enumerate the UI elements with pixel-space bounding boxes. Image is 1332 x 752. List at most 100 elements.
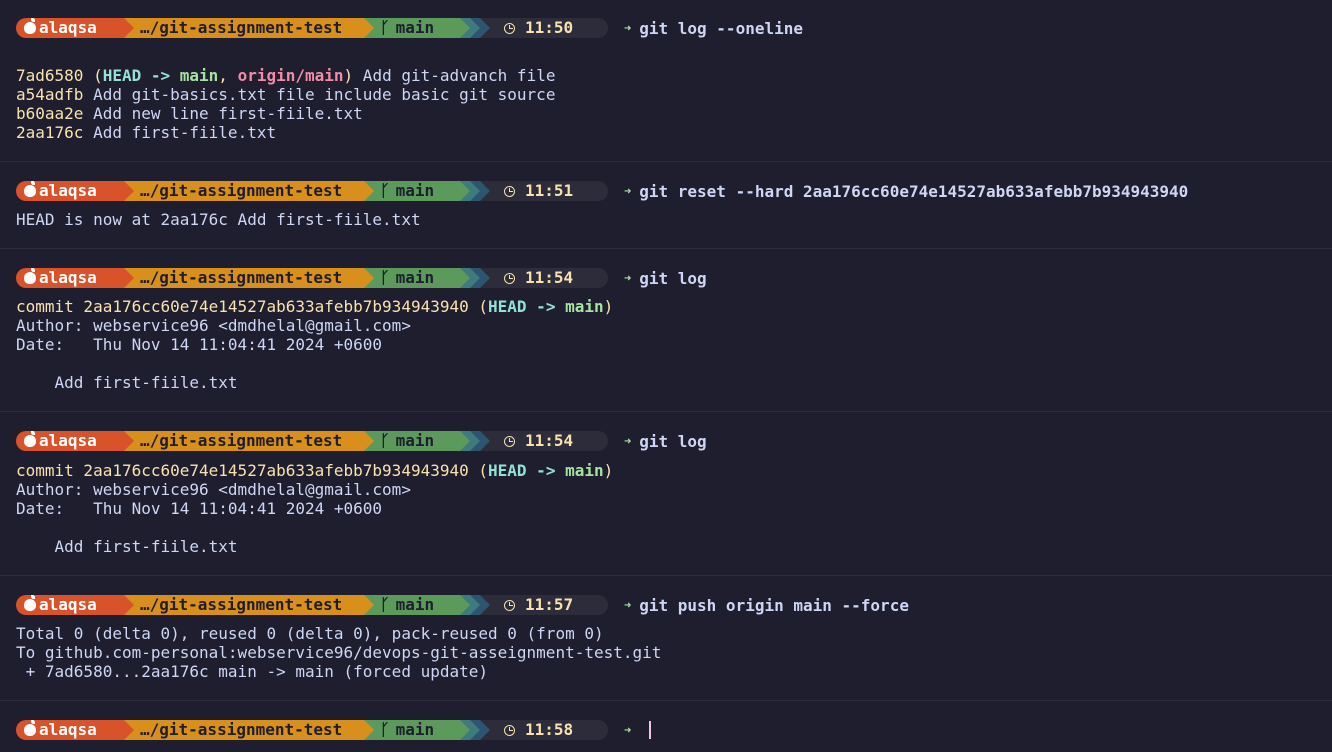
log-line: 7ad6580 (HEAD -> main, origin/main) Add … [16, 66, 556, 85]
prompt-line: alaqsa …/git-assignment-test ᚴ main 11:5… [16, 181, 1188, 201]
prompt-time-segment: 11:50 [490, 18, 608, 38]
prompt-branch: main [395, 595, 435, 614]
prompt-time: 11:57 [525, 595, 574, 614]
prompt-user: alaqsa [39, 268, 97, 287]
segment-separator [460, 181, 470, 201]
apple-icon [24, 431, 36, 447]
prompt-path: …/git-assignment-test [140, 720, 343, 739]
log-line: 2aa176c Add first-fiile.txt [16, 123, 277, 142]
prompt-line-current[interactable]: alaqsa …/git-assignment-test ᚴ main 11:5… [16, 720, 652, 740]
prompt-branch: main [395, 268, 435, 287]
prompt-time: 11:58 [525, 720, 574, 739]
apple-icon [24, 595, 36, 611]
segment-separator [460, 595, 470, 615]
prompt-path-segment: …/git-assignment-test [134, 181, 364, 201]
segment-separator [470, 431, 480, 451]
segment-separator [480, 595, 490, 615]
command-text: git log [639, 268, 707, 288]
prompt-path-segment: …/git-assignment-test [134, 431, 364, 451]
prompt-time: 11:50 [525, 18, 574, 37]
prompt-user: alaqsa [39, 181, 97, 200]
terminal-window[interactable]: alaqsa …/git-assignment-test ᚴ main 11:5… [0, 0, 1332, 752]
prompt-path-segment: …/git-assignment-test [134, 720, 364, 740]
arrow-right-icon: ➜ [624, 21, 632, 35]
prompt-user-segment: alaqsa [16, 181, 124, 201]
segment-separator [364, 18, 374, 38]
segment-separator [364, 595, 374, 615]
command-text: git push origin main --force [639, 595, 909, 615]
segment-separator [460, 18, 470, 38]
segment-separator [364, 431, 374, 451]
prompt-user: alaqsa [39, 431, 97, 450]
command-text: git log --oneline [639, 18, 803, 38]
prompt-branch-segment: ᚴ main [374, 720, 460, 740]
git-branch-icon: ᚴ [380, 268, 390, 287]
git-branch-icon: ᚴ [380, 720, 390, 739]
segment-separator [470, 595, 480, 615]
block-separator [0, 248, 1332, 249]
prompt-user-segment: alaqsa [16, 268, 124, 288]
segment-separator [470, 720, 480, 740]
clock-icon [504, 435, 515, 447]
git-branch-icon: ᚴ [380, 181, 390, 200]
output-line: Total 0 (delta 0), reused 0 (delta 0), p… [16, 624, 604, 643]
segment-separator [480, 431, 490, 451]
segment-separator [124, 181, 134, 201]
log-line: b60aa2e Add new line first-fiile.txt [16, 104, 363, 123]
date-line: Date: Thu Nov 14 11:04:41 2024 +0600 [16, 499, 383, 518]
segment-separator [364, 268, 374, 288]
commit-line: commit 2aa176cc60e74e14527ab633afebb7b93… [16, 297, 614, 316]
command-text: git reset --hard 2aa176cc60e74e14527ab63… [639, 181, 1189, 201]
prompt-time-segment: 11:57 [490, 595, 608, 615]
prompt-path-segment: …/git-assignment-test [134, 268, 364, 288]
prompt-user-segment: alaqsa [16, 595, 124, 615]
date-line: Date: Thu Nov 14 11:04:41 2024 +0600 [16, 335, 383, 354]
segment-separator [480, 720, 490, 740]
apple-icon [24, 181, 36, 197]
prompt-user: alaqsa [39, 595, 97, 614]
output-line: HEAD is now at 2aa176c Add first-fiile.t… [16, 210, 421, 229]
segment-separator [460, 720, 470, 740]
git-branch-icon: ᚴ [380, 595, 390, 614]
clock-icon [504, 22, 515, 34]
command-text: git log [639, 431, 707, 451]
output-line: + 7ad6580...2aa176c main -> main (forced… [16, 662, 489, 681]
arrow-right-icon: ➜ [624, 271, 632, 285]
prompt-time: 11:54 [525, 268, 574, 287]
prompt-time: 11:54 [525, 431, 574, 450]
prompt-user: alaqsa [39, 18, 97, 37]
prompt-user: alaqsa [39, 720, 97, 739]
apple-icon [24, 720, 36, 736]
block-separator [0, 575, 1332, 576]
prompt-time-segment: 11:54 [490, 431, 608, 451]
git-branch-icon: ᚴ [380, 18, 390, 37]
author-line: Author: webservice96 <dmdhelal@gmail.com… [16, 480, 411, 499]
prompt-path: …/git-assignment-test [140, 595, 343, 614]
apple-icon [24, 18, 36, 34]
prompt-branch-segment: ᚴ main [374, 595, 460, 615]
clock-icon [504, 724, 515, 736]
segment-separator [470, 268, 480, 288]
prompt-user-segment: alaqsa [16, 18, 124, 38]
arrow-right-icon: ➜ [624, 434, 632, 448]
block-separator [0, 700, 1332, 701]
prompt-path: …/git-assignment-test [140, 18, 343, 37]
prompt-line: alaqsa …/git-assignment-test ᚴ main 11:5… [16, 595, 909, 615]
clock-icon [504, 599, 515, 611]
prompt-time-segment: 11:54 [490, 268, 608, 288]
segment-separator [460, 268, 470, 288]
prompt-branch-segment: ᚴ main [374, 268, 460, 288]
segment-separator [470, 181, 480, 201]
arrow-right-icon: ➜ [624, 598, 632, 612]
prompt-user-segment: alaqsa [16, 431, 124, 451]
clock-icon [504, 272, 515, 284]
segment-separator [124, 18, 134, 38]
prompt-time: 11:51 [525, 181, 574, 200]
prompt-path-segment: …/git-assignment-test [134, 18, 364, 38]
prompt-path: …/git-assignment-test [140, 268, 343, 287]
prompt-branch: main [395, 181, 435, 200]
text-cursor [649, 721, 652, 739]
block-separator [0, 161, 1332, 162]
segment-separator [480, 181, 490, 201]
prompt-line: alaqsa …/git-assignment-test ᚴ main 11:5… [16, 431, 707, 451]
